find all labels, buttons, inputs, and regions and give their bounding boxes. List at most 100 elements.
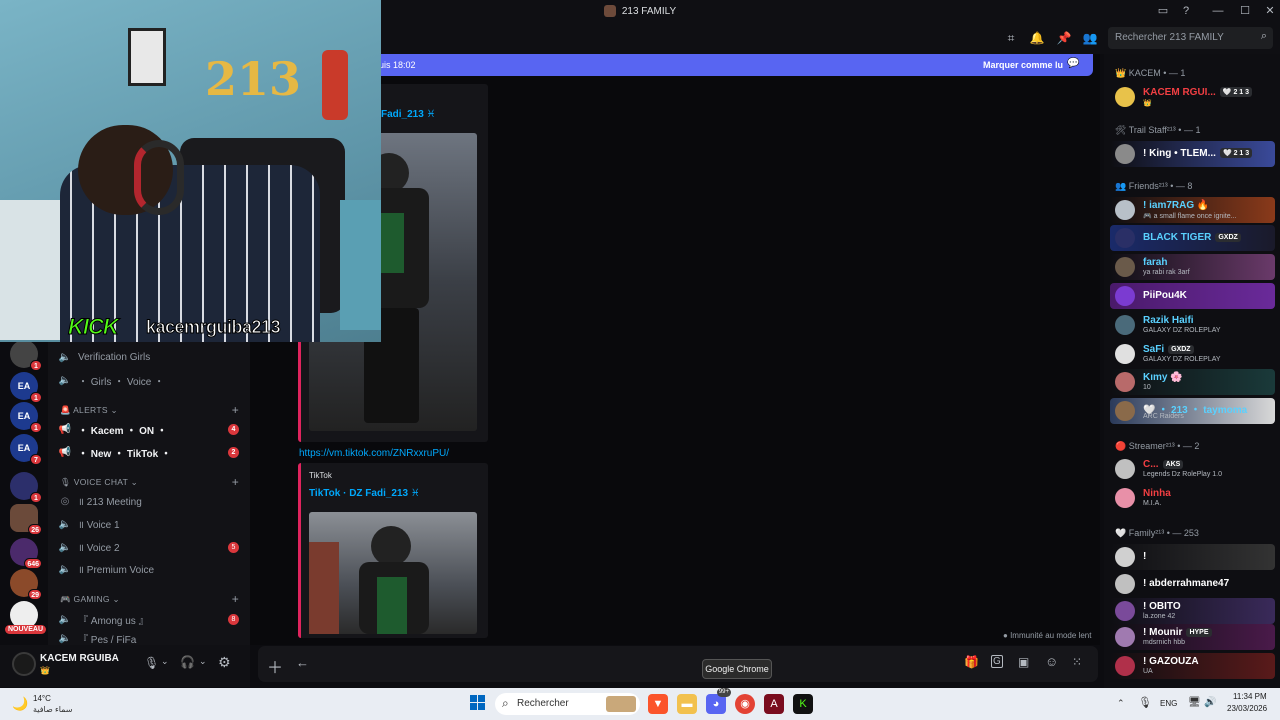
volume-icon[interactable]: 🔊 bbox=[1204, 697, 1216, 708]
member-row[interactable]: 🤍 ・ 213 ・ taymoma ARC Raiders bbox=[1110, 398, 1275, 424]
close-button[interactable]: ✕ bbox=[1262, 3, 1278, 19]
avatar[interactable] bbox=[12, 652, 36, 676]
kick-logo: KICK bbox=[68, 314, 120, 340]
member-row[interactable]: ! iam7RAG 🔥 🎮 a small flame once ignite..… bbox=[1110, 197, 1275, 223]
channel-pes-fifa[interactable]: 🔈 『 Pes / FiFa bbox=[58, 632, 243, 645]
threads-icon[interactable]: ⌗ bbox=[1003, 30, 1019, 46]
member-row[interactable]: Ninha M.I.A. bbox=[1110, 485, 1275, 511]
server-icon-ea-1[interactable]: EA 1 bbox=[10, 372, 42, 403]
channel-label: ・ Kacem ・ ON ・ bbox=[78, 425, 167, 437]
chevron-down-icon[interactable]: ⌄ bbox=[161, 656, 169, 667]
chrome-icon[interactable]: ◉ bbox=[735, 694, 755, 714]
channel-among-us[interactable]: 🔈 『 Among us 』 8 bbox=[58, 610, 243, 628]
member-row[interactable]: C... AKS Legends Dz RolePlay 1.0 bbox=[1110, 456, 1275, 482]
add-channel-icon[interactable]: + bbox=[232, 403, 239, 417]
search-input[interactable]: Rechercher 213 FAMILY ⌕ bbox=[1108, 27, 1273, 49]
inbox-icon[interactable]: ▭ bbox=[1155, 3, 1171, 19]
server-icon-ea-3[interactable]: EA 7 bbox=[10, 434, 42, 465]
member-row[interactable]: ! GAZOUZA UA bbox=[1110, 653, 1275, 679]
mic-icon[interactable]: 🎙 bbox=[1138, 696, 1152, 709]
server-icon-ea-2[interactable]: EA 1 bbox=[10, 402, 42, 433]
sticker-icon[interactable]: ▣ bbox=[1018, 655, 1029, 669]
channel-premium-voice[interactable]: 🔈 ॥ Premium Voice bbox=[58, 560, 243, 578]
chevron-up-icon[interactable]: ⌃ bbox=[1117, 698, 1125, 709]
apps-icon[interactable]: ⁙ bbox=[1072, 655, 1082, 669]
channel-kacem-on[interactable]: 📢 ・ Kacem ・ ON ・ 4 bbox=[58, 420, 243, 438]
avatar bbox=[1115, 488, 1135, 508]
gif-icon[interactable]: G bbox=[991, 655, 1003, 668]
server-badge: 646 bbox=[24, 558, 42, 569]
server-icon-213[interactable]: 26 bbox=[10, 504, 42, 535]
mic-icon[interactable]: 🎙 bbox=[144, 656, 159, 670]
member-row[interactable]: PiiPou4K bbox=[1110, 283, 1275, 309]
category-alerts[interactable]: 🚨 ALERTS ⌄ + bbox=[60, 403, 245, 419]
member-row[interactable]: KACEM RGUI... 🤍 2 1 3 👑 bbox=[1110, 84, 1275, 110]
tiktok-link[interactable]: https://vm.tiktok.com/ZNRxxruPU/ bbox=[299, 448, 449, 459]
member-row[interactable]: ! bbox=[1110, 544, 1275, 570]
member-row[interactable]: ! King • TLEM... 🤍 2 1 3 bbox=[1110, 141, 1275, 167]
headphones-icon[interactable]: 🎧 bbox=[180, 655, 195, 669]
shield-icon: ● bbox=[1003, 631, 1008, 640]
pin-icon[interactable]: 📌 bbox=[1056, 30, 1072, 46]
member-row[interactable]: BLACK TIGER GXDZ bbox=[1110, 225, 1275, 251]
embed-title[interactable]: Fadi_213 ♓ bbox=[381, 109, 436, 120]
member-row[interactable]: ! OBITO la.zone 42 bbox=[1110, 598, 1275, 624]
windows-start-icon[interactable] bbox=[470, 695, 486, 711]
member-row[interactable]: farah ya rabi rak 3arf bbox=[1110, 254, 1275, 280]
member-group-friends: 👥 Friends²¹³ • — 8 bbox=[1115, 181, 1193, 191]
member-row[interactable]: ! abderrahmane47 bbox=[1110, 571, 1275, 597]
brave-icon[interactable]: ▼ bbox=[648, 694, 668, 714]
category-voice-chat[interactable]: 🎙 VOICE CHAT ⌄ + bbox=[60, 475, 245, 491]
embed-video-thumbnail-2[interactable] bbox=[309, 512, 477, 634]
category-gaming[interactable]: 🎮 GAMING ⌄ + bbox=[60, 592, 245, 608]
channel-213-meeting[interactable]: ◎ ॥ 213 Meeting bbox=[58, 492, 243, 510]
monitor-icon[interactable]: 🖥 bbox=[1188, 697, 1201, 708]
minimize-button[interactable]: — bbox=[1210, 3, 1226, 19]
member-row[interactable]: Razik Haifi GALAXY DZ ROLEPLAY bbox=[1110, 312, 1275, 338]
members-icon[interactable]: 👥 bbox=[1082, 30, 1098, 46]
clock-time[interactable]: 11:34 PM bbox=[1233, 692, 1267, 701]
channel-label: Verification Girls bbox=[78, 351, 151, 363]
member-row[interactable]: SaFi GXDZ GALAXY DZ ROLEPLAY bbox=[1110, 341, 1275, 367]
moon-icon: 🌙 bbox=[12, 696, 29, 711]
add-attachment-icon[interactable]: ＋ bbox=[267, 654, 283, 678]
channel-girls-voice[interactable]: 🔈 ・ Girls ・ Voice ・ bbox=[58, 371, 243, 389]
bell-icon[interactable]: 🔔 bbox=[1029, 30, 1045, 46]
gear-icon[interactable]: ⚙ bbox=[218, 654, 231, 671]
new-messages-bar[interactable]: puis 18:02 Marquer comme lu 💬 bbox=[370, 54, 1093, 76]
help-icon[interactable]: ? bbox=[1178, 3, 1194, 19]
language-indicator[interactable]: ENG bbox=[1160, 699, 1177, 708]
channel-voice-1[interactable]: 🔈 ॥ Voice 1 bbox=[58, 515, 243, 533]
server-icon-8[interactable]: 29 bbox=[10, 569, 42, 600]
chevron-down-icon[interactable]: ⌄ bbox=[199, 656, 207, 667]
gift-icon[interactable]: 🎁 bbox=[964, 655, 979, 669]
channel-voice-2[interactable]: 🔈 ॥ Voice 2 5 bbox=[58, 538, 243, 556]
member-row[interactable]: ! Mounir HYPE mdsrnich hbb bbox=[1110, 624, 1275, 650]
maximize-button[interactable]: ☐ bbox=[1237, 3, 1253, 19]
server-icon-5[interactable]: 1 bbox=[10, 472, 42, 503]
member-row[interactable]: Kımy 🌸 10 bbox=[1110, 369, 1275, 395]
back-arrow-icon[interactable]: ← bbox=[296, 655, 309, 670]
user-status: 👑 bbox=[40, 666, 50, 675]
server-icon-1[interactable]: 1 bbox=[10, 340, 42, 371]
file-explorer-icon[interactable]: ▬ bbox=[677, 694, 697, 714]
speaker-icon: 🔈 bbox=[58, 613, 72, 625]
weather-desc[interactable]: سماء صافية bbox=[33, 705, 73, 714]
acrobat-icon[interactable]: A bbox=[764, 694, 784, 714]
embed-title-2[interactable]: TikTok · DZ Fadi_213 ♓ bbox=[309, 488, 420, 499]
add-channel-icon[interactable]: + bbox=[232, 475, 239, 489]
add-channel-icon[interactable]: + bbox=[232, 592, 239, 606]
mark-read-button[interactable]: Marquer comme lu bbox=[983, 60, 1063, 70]
channel-verification[interactable]: 🔈 Verification Girls bbox=[58, 348, 243, 366]
server-icon-7[interactable]: 646 bbox=[10, 538, 42, 569]
channel-new-tiktok[interactable]: 📢 ・ New ・ TikTok ・ 2 bbox=[58, 443, 243, 461]
taskbar-search[interactable]: ⌕ Rechercher bbox=[495, 693, 640, 715]
kick-app-icon[interactable]: K bbox=[793, 694, 813, 714]
emoji-icon[interactable]: ☺ bbox=[1045, 654, 1058, 669]
new-badge: NOUVEAU bbox=[5, 625, 47, 634]
weather-temp[interactable]: 14°C bbox=[33, 694, 51, 703]
discord-icon[interactable]: ◕ 99+ bbox=[706, 688, 731, 714]
member-tag: GXDZ bbox=[1168, 344, 1194, 354]
member-activity: Legends Dz RolePlay 1.0 bbox=[1143, 471, 1222, 478]
clock-date[interactable]: 23/03/2026 bbox=[1227, 704, 1267, 713]
